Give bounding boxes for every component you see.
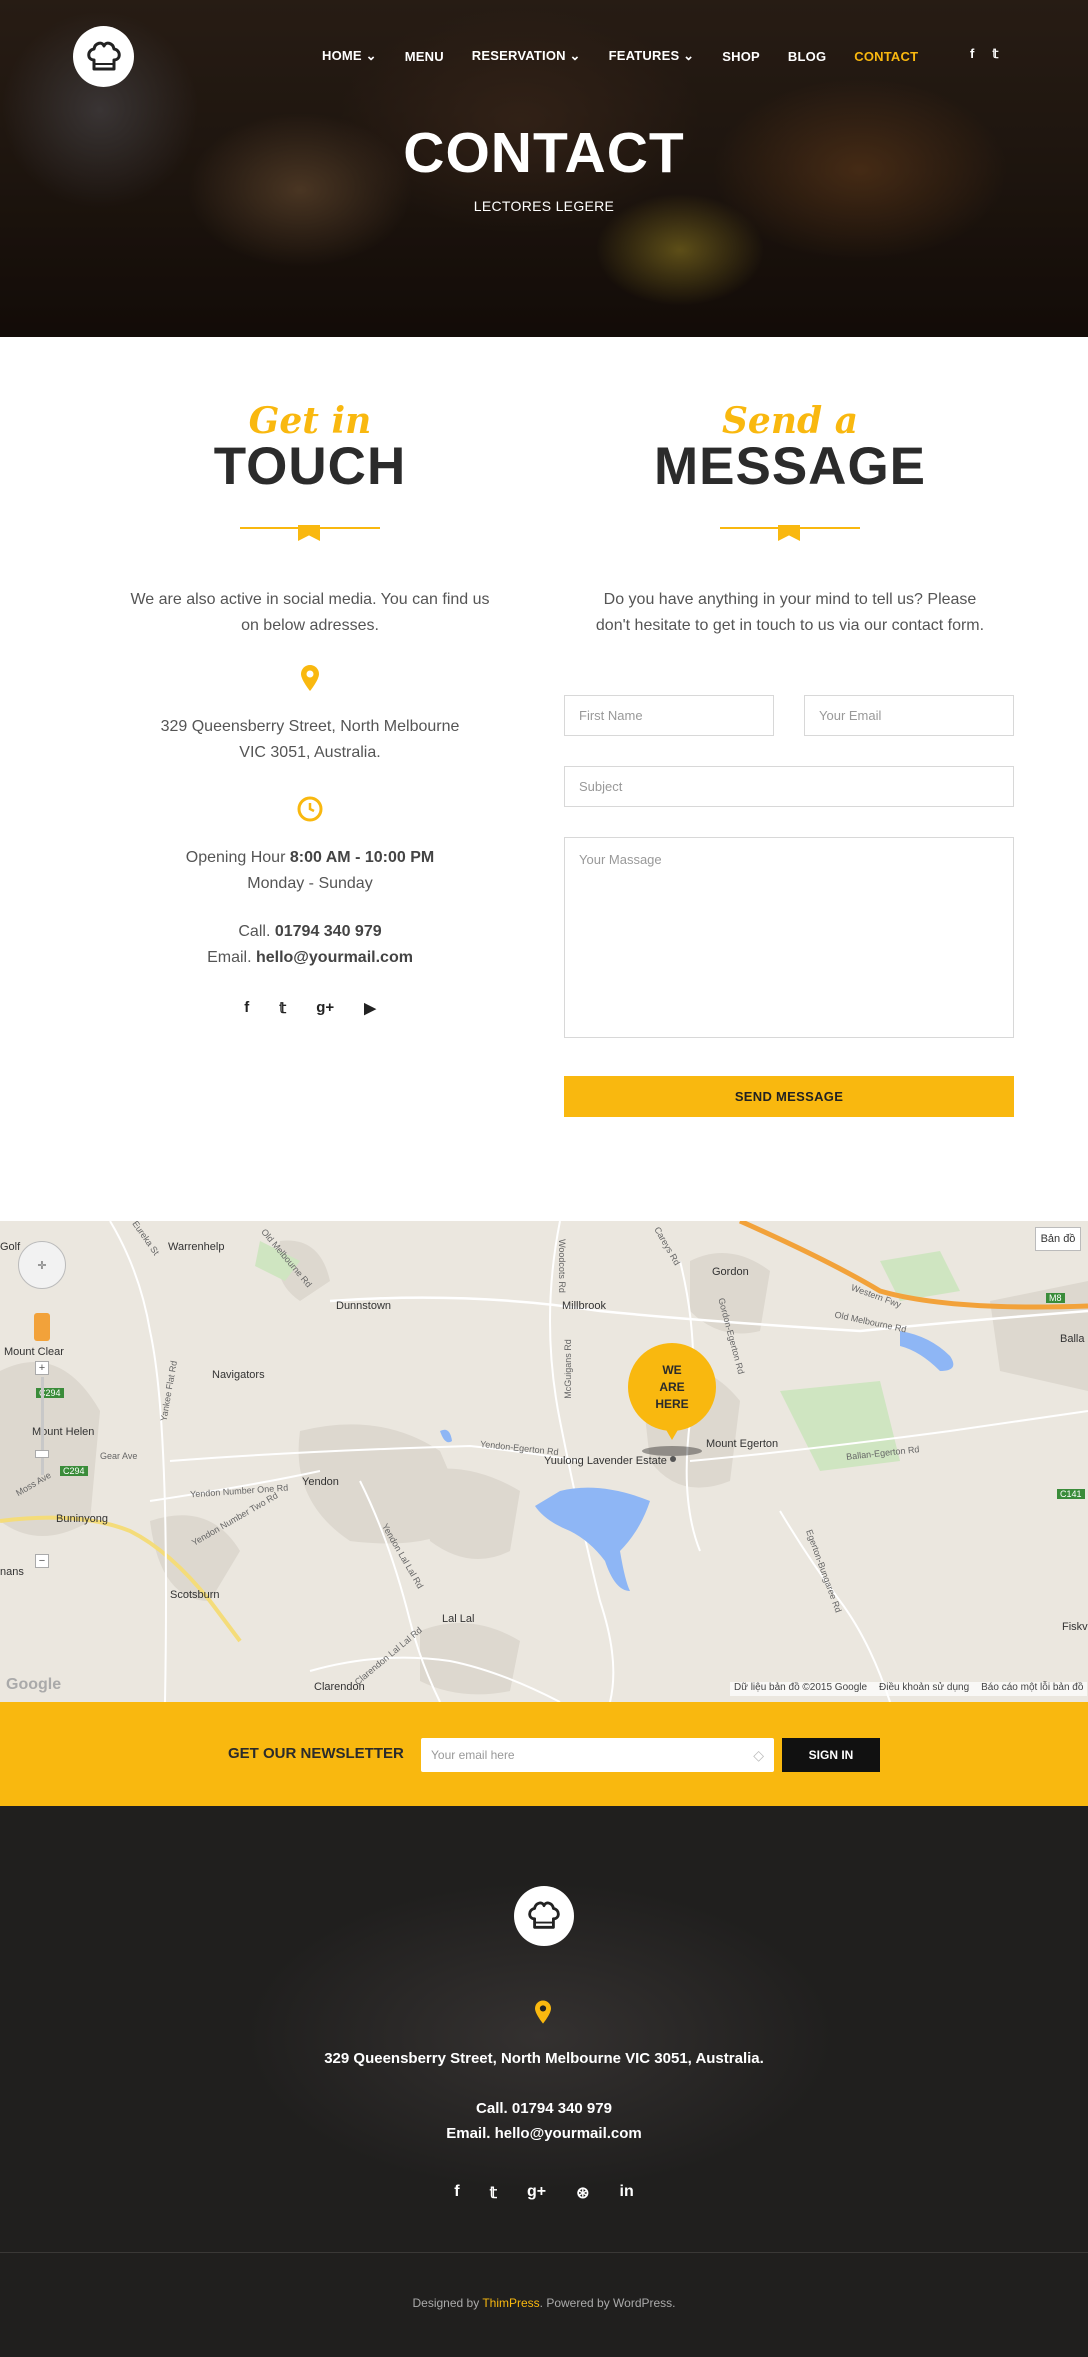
map-report-link[interactable]: Báo cáo một lỗi bản đồ xyxy=(981,1682,1083,1696)
zoom-in-button[interactable]: + xyxy=(35,1361,49,1375)
nav-home[interactable]: HOME ⌄ xyxy=(322,48,377,64)
facebook-icon[interactable]: f xyxy=(244,999,249,1017)
map-type-button[interactable]: Bản đồ xyxy=(1035,1227,1081,1251)
google-plus-icon[interactable]: g+ xyxy=(316,999,334,1017)
map-marker-pointer xyxy=(665,1428,679,1440)
nav-menu[interactable]: MENU xyxy=(405,49,444,64)
street-view-pegman-icon[interactable] xyxy=(34,1313,50,1341)
page-subtitle: LECTORES LEGERE xyxy=(473,198,615,214)
site-footer: 329 Queensberry Street, North Melbourne … xyxy=(0,1806,1088,2357)
message-textarea[interactable]: Your Massage xyxy=(564,837,1014,1038)
zoom-slider-handle[interactable] xyxy=(35,1450,49,1458)
newsletter-email-input[interactable]: Your email here ◇ xyxy=(421,1738,774,1772)
message-intro: Do you have anything in your mind to tel… xyxy=(595,591,985,634)
eraser-icon: ◇ xyxy=(753,1746,764,1763)
send-message-column: Send a MESSAGE Do you have anything in y… xyxy=(560,400,1020,639)
touch-contacts: Call. 01794 340 979 Email. hello@yourmai… xyxy=(207,923,413,966)
heading-divider xyxy=(720,525,860,541)
footer-address: 329 Queensberry Street, North Melbourne … xyxy=(324,2050,764,2067)
ribbon-icon xyxy=(778,525,800,541)
header-social: f 𝕥 xyxy=(970,46,998,62)
footer-social: f 𝕥 g+ ⊛ in xyxy=(0,2183,1088,2203)
twitter-icon[interactable]: 𝕥 xyxy=(490,2183,497,2203)
map-pan-control[interactable]: ✛ xyxy=(18,1241,66,1289)
message-heading: MESSAGE xyxy=(653,437,927,496)
email-field[interactable]: Your Email xyxy=(804,695,1014,736)
main-nav: HOME ⌄ MENU RESERVATION ⌄ FEATURES ⌄ SHO… xyxy=(322,48,946,64)
dribbble-icon[interactable]: ⊛ xyxy=(576,2183,589,2203)
location-pin-icon xyxy=(110,665,510,696)
map-marker-shadow xyxy=(642,1446,702,1456)
send-message-button[interactable]: SEND MESSAGE xyxy=(564,1076,1014,1117)
touch-address: 329 Queensberry Street, North Melbourne V… xyxy=(160,718,460,761)
google-logo[interactable]: Google xyxy=(6,1676,61,1694)
facebook-icon[interactable]: f xyxy=(970,46,974,62)
google-map[interactable]: Golf Warrenhelp Dunnstown Millbrook Gord… xyxy=(0,1221,1088,1702)
footer-logo[interactable] xyxy=(514,1886,574,1946)
linkedin-icon[interactable]: in xyxy=(620,2183,634,2203)
footer-credits: Designed by ThimPress. Powered by WordPr… xyxy=(412,2296,676,2310)
newsletter-label: GET OUR NEWSLETTER xyxy=(228,1745,404,1762)
facebook-icon[interactable]: f xyxy=(454,2183,459,2203)
get-in-touch-column: Get in TOUCH We are also active in socia… xyxy=(110,400,510,1017)
page-title: CONTACT xyxy=(403,121,685,185)
map-marker-we-are-here[interactable]: WE ARE HERE xyxy=(628,1343,716,1431)
twitter-icon[interactable]: 𝕥 xyxy=(279,999,286,1017)
nav-contact[interactable]: CONTACT xyxy=(854,49,918,64)
thimpress-link[interactable]: ThimPress xyxy=(482,2296,539,2310)
zoom-out-button[interactable]: − xyxy=(35,1554,49,1568)
footer-call: Call. 01794 340 979 xyxy=(476,2100,612,2117)
nav-reservation[interactable]: RESERVATION ⌄ xyxy=(472,48,581,64)
subject-field[interactable]: Subject xyxy=(564,766,1014,807)
nav-features[interactable]: FEATURES ⌄ xyxy=(609,48,695,64)
sign-in-button[interactable]: SIGN IN xyxy=(782,1738,880,1772)
newsletter-bar: GET OUR NEWSLETTER Your email here ◇ SIG… xyxy=(0,1702,1088,1806)
site-logo[interactable] xyxy=(73,26,134,87)
nav-blog[interactable]: BLOG xyxy=(788,49,826,64)
footer-email: Email. hello@yourmail.com xyxy=(446,2125,642,2142)
map-terms-link[interactable]: Điều khoản sử dụng xyxy=(879,1682,969,1696)
heading-divider xyxy=(240,525,380,541)
youtube-icon[interactable]: ▶ xyxy=(364,999,376,1017)
touch-social: f 𝕥 g+ ▶ xyxy=(110,999,510,1017)
clock-icon xyxy=(110,796,510,827)
twitter-icon[interactable]: 𝕥 xyxy=(992,46,998,62)
touch-heading: TOUCH xyxy=(213,437,407,496)
nav-shop[interactable]: SHOP xyxy=(722,49,760,64)
footer-divider xyxy=(0,2252,1088,2253)
google-plus-icon[interactable]: g+ xyxy=(527,2183,546,2203)
touch-intro: We are also active in social media. You … xyxy=(130,591,490,634)
chef-hat-icon xyxy=(528,1901,560,1929)
opening-hours: Opening Hour 8:00 AM - 10:00 PM Monday -… xyxy=(185,849,435,892)
map-attribution: Dữ liệu bản đồ ©2015 Google Điều khoản s… xyxy=(730,1682,1088,1696)
hero-banner: HOME ⌄ MENU RESERVATION ⌄ FEATURES ⌄ SHO… xyxy=(0,0,1088,337)
zoom-slider-track[interactable] xyxy=(41,1377,44,1475)
location-pin-icon xyxy=(535,2000,551,2029)
chef-hat-icon xyxy=(86,41,121,70)
first-name-field[interactable]: First Name xyxy=(564,695,774,736)
ribbon-icon xyxy=(298,525,320,541)
